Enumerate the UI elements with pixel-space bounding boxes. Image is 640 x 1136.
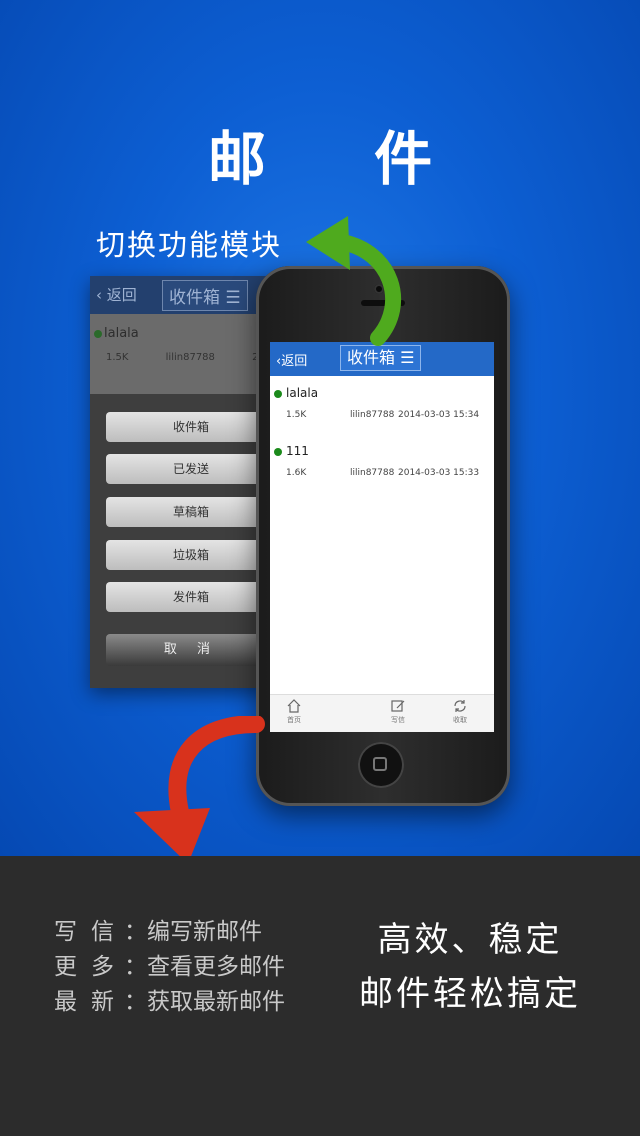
- menu-cancel-button[interactable]: 取 消: [106, 634, 276, 666]
- unread-dot-icon: [94, 330, 102, 338]
- feature-desc: ：查看更多邮件: [124, 954, 285, 980]
- tab-compose[interactable]: 写信: [378, 699, 418, 725]
- feature-compose: 写信：编写新邮件: [54, 912, 262, 946]
- feature-panel: 写信：编写新邮件 更多：查看更多邮件 最新：获取最新邮件 高效、稳定 邮件轻松搞…: [0, 856, 640, 1136]
- feature-latest: 最新：获取最新邮件: [54, 982, 285, 1016]
- mail-time: 2014-03-03 15:34: [398, 410, 480, 420]
- mail-size: 1.6K: [286, 468, 307, 478]
- tab-home-label: 首页: [287, 716, 301, 724]
- feature-desc: ：编写新邮件: [124, 919, 262, 945]
- home-button[interactable]: [358, 742, 404, 788]
- tab-compose-label: 写信: [391, 716, 405, 724]
- unread-dot-icon: [274, 390, 282, 398]
- mail-sender: lilin87788: [350, 468, 395, 478]
- back-screen-back-button[interactable]: ‹ 返回: [96, 284, 137, 305]
- home-icon: [287, 699, 301, 713]
- menu-outbox-button[interactable]: 发件箱: [106, 582, 276, 612]
- mail-time: 2014-03-03 15:33: [398, 468, 480, 478]
- bottom-tab-bar: 首页 写信 收取: [270, 694, 494, 732]
- switch-module-label: 切换功能模块: [96, 228, 283, 262]
- compose-icon: [391, 700, 405, 712]
- list-item[interactable]: 111 1.6K lilin87788 2014-03-03 15:33: [270, 442, 494, 492]
- slogan-line-1: 高效、稳定: [377, 920, 563, 960]
- mail-subject: 111: [286, 444, 309, 458]
- feature-key: 写信: [54, 919, 128, 945]
- inbox-screen: ‹返回 收件箱 ☰ lalala 1.5K lilin87788 2014-03…: [270, 342, 494, 732]
- mail-sender: lilin87788: [350, 410, 395, 420]
- list-item[interactable]: lalala 1.5K lilin87788 2014-03-03 15:34: [270, 384, 494, 434]
- back-button[interactable]: ‹返回: [276, 350, 307, 369]
- tab-home[interactable]: 首页: [274, 699, 314, 725]
- back-label: 返回: [281, 354, 308, 369]
- mail-size: 1.5K: [286, 410, 307, 420]
- back-screen-mail-subject[interactable]: lalala: [104, 326, 139, 341]
- page-title: 邮 件: [207, 125, 477, 193]
- feature-key: 最新: [54, 989, 128, 1015]
- feature-more: 更多：查看更多邮件: [54, 947, 285, 981]
- feature-desc: ：获取最新邮件: [124, 989, 285, 1015]
- tab-receive-label: 收取: [453, 716, 467, 724]
- back-screen-title[interactable]: 收件箱 ☰: [162, 280, 248, 311]
- mail-subject: lalala: [286, 386, 319, 400]
- menu-trash-button[interactable]: 垃圾箱: [106, 540, 276, 570]
- folder-switch-title[interactable]: 收件箱 ☰: [340, 345, 422, 371]
- green-curved-arrow-icon: [306, 216, 401, 346]
- menu-drafts-button[interactable]: 草稿箱: [106, 497, 276, 527]
- back-screen-back-label: 返回: [106, 286, 137, 304]
- slogan-line-2: 邮件轻松搞定: [359, 974, 581, 1014]
- feature-key: 更多: [54, 954, 128, 980]
- red-curved-arrow-icon: [134, 716, 265, 864]
- unread-dot-icon: [274, 448, 282, 456]
- menu-sent-button[interactable]: 已发送: [106, 454, 276, 484]
- menu-inbox-button[interactable]: 收件箱: [106, 412, 276, 442]
- tab-receive[interactable]: 收取: [440, 699, 480, 725]
- refresh-icon: [454, 700, 466, 712]
